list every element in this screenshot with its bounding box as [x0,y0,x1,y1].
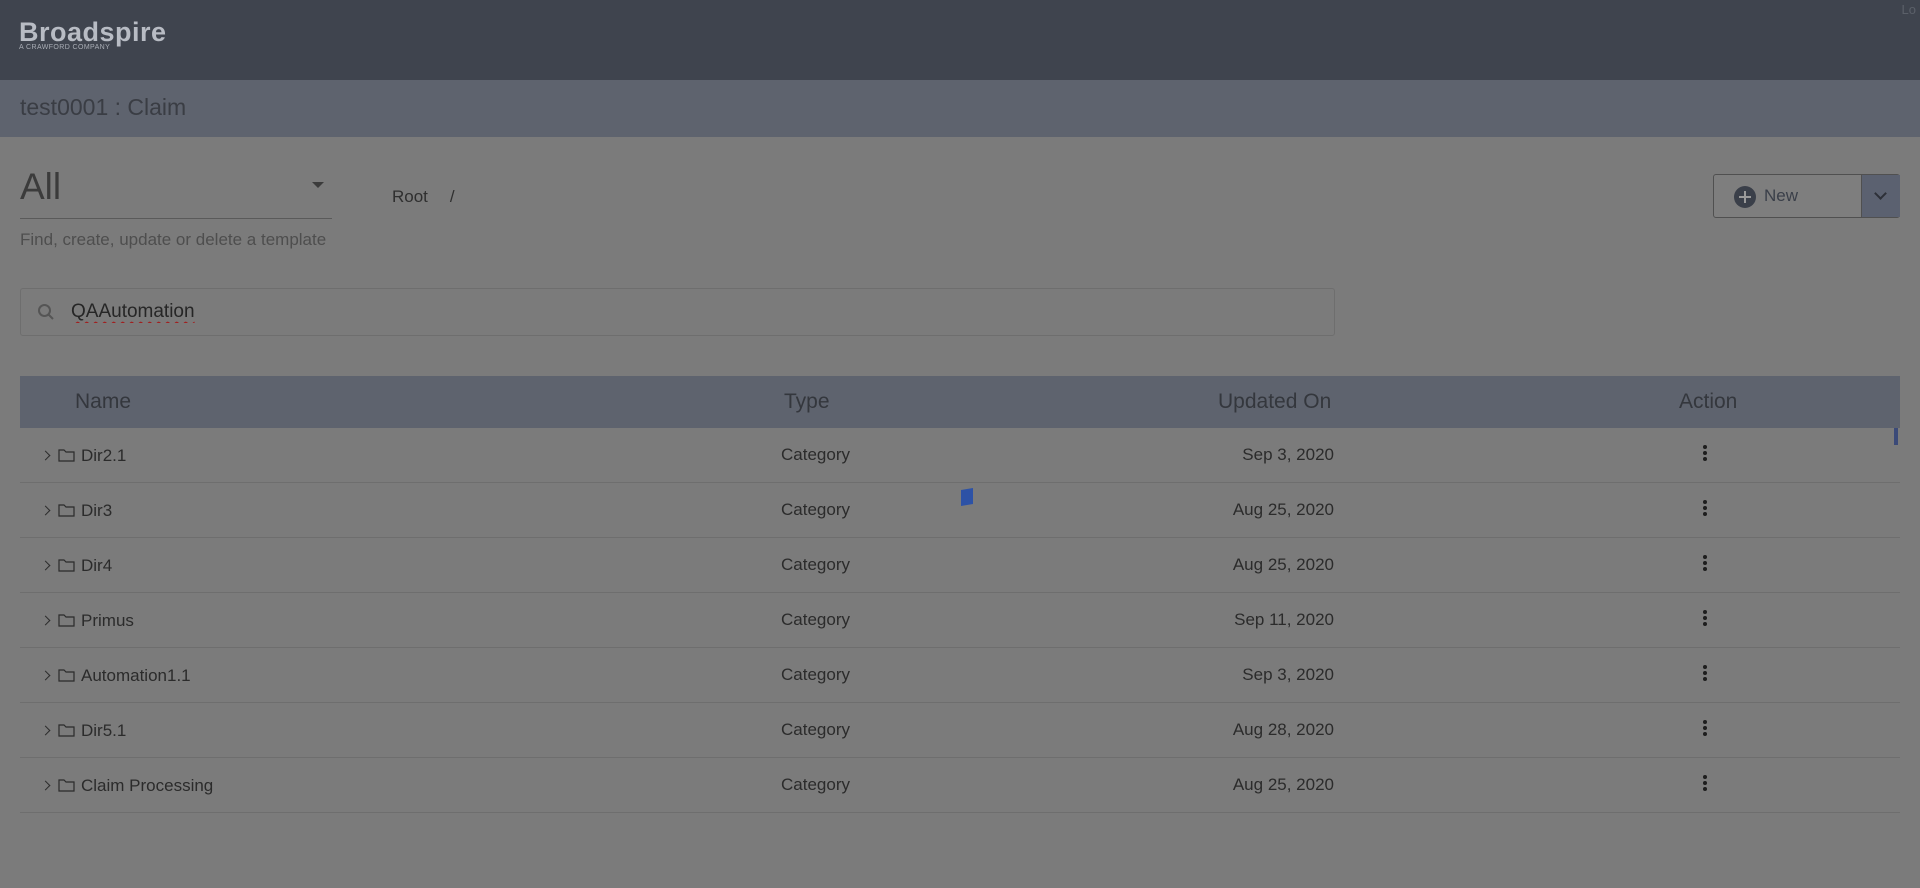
folder-icon [58,614,75,627]
table-row[interactable]: Dir3 Category Aug 25, 2020 [20,483,1900,538]
row-type: Category [781,665,850,684]
row-name[interactable]: Dir3 [81,501,112,521]
folder-icon [58,559,75,572]
brand-name: Broadspire [19,17,167,47]
corner-link[interactable]: Lo [1902,2,1916,17]
helper-text: Find, create, update or delete a templat… [20,230,327,249]
new-dropdown-toggle[interactable] [1861,175,1900,217]
row-name[interactable]: Primus [81,611,134,631]
table-row[interactable]: Dir5.1 Category Aug 28, 2020 [20,703,1900,758]
expand-chevron-icon[interactable] [40,560,51,571]
search-icon [38,304,54,320]
sub-header: test0001 : Claim [0,80,1920,137]
table-scrollbar[interactable] [1894,428,1898,445]
search-input[interactable] [71,295,1311,329]
new-split-button: New [1713,174,1900,218]
page-title: test0001 : Claim [20,94,187,120]
category-filter-select[interactable]: All [20,158,332,219]
row-updated-on: Sep 3, 2020 [1242,665,1334,684]
breadcrumb: Root / [392,187,455,207]
plus-circle-icon [1734,186,1756,208]
expand-chevron-icon[interactable] [40,450,51,461]
column-header-type[interactable]: Type [784,390,830,414]
table-header: Name Type Updated On Action [20,376,1900,428]
row-type: Category [781,500,850,519]
row-type: Category [781,445,850,464]
expand-chevron-icon[interactable] [40,505,51,516]
top-bar: Broadspire A CRAWFORD COMPANY Lo [0,0,1920,80]
chevron-down-icon [1874,187,1887,200]
row-name[interactable]: Dir4 [81,556,112,576]
breadcrumb-separator: / [449,187,455,206]
row-updated-on: Aug 28, 2020 [1232,720,1334,739]
row-type: Category [781,610,850,629]
new-button-label: New [1764,186,1799,205]
more-vertical-icon[interactable] [1702,499,1708,521]
row-updated-on: Aug 25, 2020 [1232,775,1334,794]
column-header-action: Action [1679,390,1738,413]
row-updated-on: Sep 11, 2020 [1234,610,1334,629]
column-header-name[interactable]: Name [75,390,131,414]
row-type: Category [781,720,850,739]
row-updated-on: Aug 25, 2020 [1232,555,1334,574]
table-row[interactable]: Dir4 Category Aug 25, 2020 [20,538,1900,593]
templates-table: Name Type Updated On Action Dir2.1 Categ… [20,376,1900,888]
row-type: Category [781,555,850,574]
breadcrumb-root[interactable]: Root [392,187,428,206]
expand-chevron-icon[interactable] [40,670,51,681]
folder-icon [58,504,75,517]
row-name[interactable]: Automation1.1 [81,666,191,686]
row-name[interactable]: Dir2.1 [81,446,126,466]
folder-icon [58,724,75,737]
loading-spinner-icon [961,487,973,507]
caret-down-icon [312,182,324,188]
row-type: Category [781,775,850,794]
row-name[interactable]: Dir5.1 [81,721,126,741]
expand-chevron-icon[interactable] [40,615,51,626]
table-row[interactable]: Claim Processing Category Aug 25, 2020 [20,758,1900,813]
row-updated-on: Sep 3, 2020 [1242,445,1334,464]
column-header-updated-on[interactable]: Updated On [1218,390,1331,414]
table-row[interactable]: Automation1.1 Category Sep 3, 2020 [20,648,1900,703]
brand-logo[interactable]: Broadspire A CRAWFORD COMPANY [19,18,167,51]
more-vertical-icon[interactable] [1702,774,1708,796]
more-vertical-icon[interactable] [1702,664,1708,686]
app-root: Broadspire A CRAWFORD COMPANY Lo test000… [0,0,1920,888]
table-row[interactable]: Primus Category Sep 11, 2020 [20,593,1900,648]
more-vertical-icon[interactable] [1702,719,1708,741]
table-row[interactable]: Dir2.1 Category Sep 3, 2020 [20,428,1900,483]
folder-icon [58,449,75,462]
row-name[interactable]: Claim Processing [81,776,213,796]
search-box [20,288,1335,336]
new-button[interactable]: New [1714,175,1861,217]
table-body: Dir2.1 Category Sep 3, 2020 Dir3 Categor… [20,428,1900,813]
folder-icon [58,669,75,682]
row-updated-on: Aug 25, 2020 [1232,500,1334,519]
more-vertical-icon[interactable] [1702,554,1708,576]
more-vertical-icon[interactable] [1702,444,1708,466]
folder-icon [58,779,75,792]
expand-chevron-icon[interactable] [40,780,51,791]
filter-selected-value: All [20,166,62,207]
more-vertical-icon[interactable] [1702,609,1708,631]
expand-chevron-icon[interactable] [40,725,51,736]
